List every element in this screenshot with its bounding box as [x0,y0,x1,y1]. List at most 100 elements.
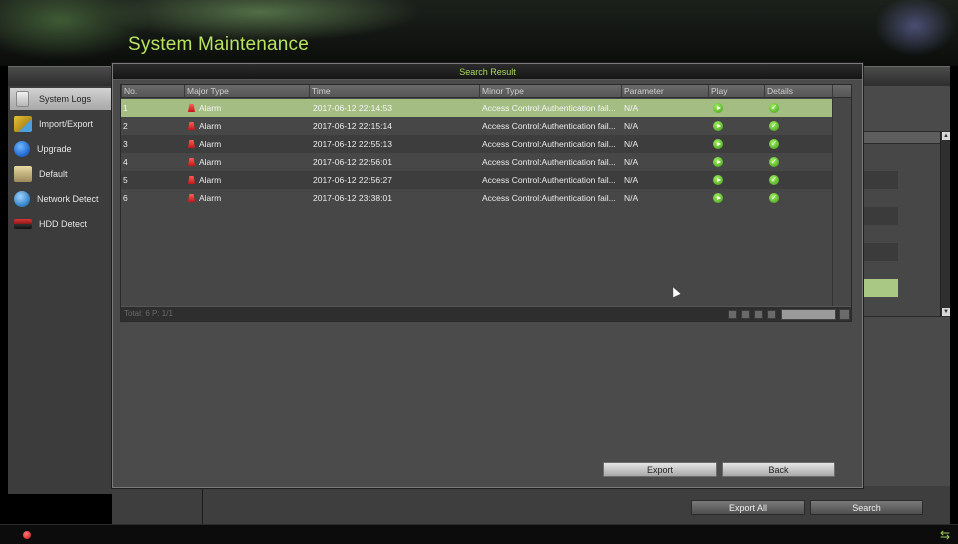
column-header-spacer [832,85,851,98]
switch-icon[interactable]: ⇆ [940,528,956,542]
cell-minor-type: Access Control:Authentication fail... [482,103,616,113]
play-icon[interactable] [713,103,723,113]
network-detect-icon [14,191,30,207]
page-number-input[interactable] [781,309,836,320]
divider [202,486,203,524]
cell-time: 2017-06-12 23:38:01 [313,193,392,203]
column-header[interactable]: Play [708,85,764,98]
import-export-icon [14,116,32,132]
back-button[interactable]: Back [722,462,835,477]
play-icon[interactable] [713,193,723,203]
upgrade-icon [14,141,30,157]
details-icon[interactable]: ✓ [769,139,779,149]
cell-parameter: N/A [624,139,639,149]
cell-parameter: N/A [624,103,639,113]
cell-time: 2017-06-12 22:55:13 [313,139,392,149]
go-page-button[interactable] [839,309,850,320]
cell-no: 1 [123,103,128,113]
cell-minor-type: Access Control:Authentication fail... [482,139,616,149]
cell-major-type: Alarm [188,135,221,153]
background-row [862,171,898,189]
hdd-icon [14,219,32,229]
column-header[interactable]: Major Type [184,85,309,98]
status-bar: ⇆ [0,524,958,544]
cell-major-type: Alarm [188,153,221,171]
cell-major-type: Alarm [188,189,221,207]
details-icon[interactable]: ✓ [769,121,779,131]
alarm-icon [188,122,195,130]
table-row[interactable]: 6 Alarm 2017-06-12 23:38:01 Access Contr… [121,189,832,207]
cell-parameter: N/A [624,157,639,167]
sidebar-item-upgrade[interactable]: Upgrade [10,138,112,160]
header-banner: System Maintenance [0,0,958,66]
table-footer: Total: 6 P: 1/1 [121,306,851,321]
cell-parameter: N/A [624,175,639,185]
cell-minor-type: Access Control:Authentication fail... [482,193,616,203]
cell-time: 2017-06-12 22:56:27 [313,175,392,185]
scroll-down-icon[interactable]: ▼ [942,308,950,316]
sidebar-item-system-logs[interactable]: System Logs [10,88,112,110]
column-header[interactable]: Parameter [621,85,708,98]
first-page-icon[interactable] [728,310,737,319]
table-row[interactable]: 3 Alarm 2017-06-12 22:55:13 Access Contr… [121,135,832,153]
details-icon[interactable]: ✓ [769,103,779,113]
sidebar-item-hdd-detect[interactable]: HDD Detect [10,213,112,235]
alarm-icon [188,158,195,166]
dialog-title: Search Result [113,64,862,80]
details-icon[interactable]: ✓ [769,157,779,167]
background-scrollbar[interactable]: ▲ ▼ [940,131,950,317]
scroll-up-icon[interactable]: ▲ [942,132,950,140]
column-header[interactable]: Details [764,85,832,98]
cell-no: 6 [123,193,128,203]
total-count: Total: 6 P: 1/1 [124,309,173,318]
export-button[interactable]: Export [603,462,717,477]
cell-parameter: N/A [624,121,639,131]
table-scrollbar[interactable] [832,98,851,306]
background-row [862,243,898,261]
next-page-icon[interactable] [754,310,763,319]
sidebar-item-default[interactable]: Default [10,163,112,185]
background-selected-row [862,279,898,297]
cell-minor-type: Access Control:Authentication fail... [482,121,616,131]
result-table: No. Major Type Time Minor Type Parameter… [120,84,852,322]
sidebar-item-label: Default [39,169,68,179]
table-row[interactable]: 5 Alarm 2017-06-12 22:56:27 Access Contr… [121,171,832,189]
alarm-icon [188,194,195,202]
details-icon[interactable]: ✓ [769,193,779,203]
search-button[interactable]: Search [810,500,923,515]
last-page-icon[interactable] [767,310,776,319]
default-icon [14,166,32,182]
sidebar-item-label: HDD Detect [39,219,88,229]
table-row[interactable]: 1 Alarm 2017-06-12 22:14:53 Access Contr… [121,99,832,117]
play-icon[interactable] [713,121,723,131]
alarm-icon [188,104,195,112]
play-icon[interactable] [713,139,723,149]
record-indicator-icon [23,531,31,539]
column-header[interactable]: No. [121,85,184,98]
cell-time: 2017-06-12 22:14:53 [313,103,392,113]
play-icon[interactable] [713,157,723,167]
cell-no: 4 [123,157,128,167]
alarm-icon [188,140,195,148]
prev-page-icon[interactable] [741,310,750,319]
background-row [862,207,898,225]
sidebar-item-import-export[interactable]: Import/Export [10,113,112,135]
column-header[interactable]: Time [309,85,479,98]
cell-major-type: Alarm [188,99,221,117]
cell-minor-type: Access Control:Authentication fail... [482,175,616,185]
search-result-dialog: Search Result No. Major Type Time Minor … [112,63,863,488]
cell-no: 5 [123,175,128,185]
cell-no: 3 [123,139,128,149]
cell-time: 2017-06-12 22:15:14 [313,121,392,131]
details-icon[interactable]: ✓ [769,175,779,185]
export-all-button[interactable]: Export All [691,500,805,515]
cell-minor-type: Access Control:Authentication fail... [482,157,616,167]
table-row[interactable]: 2 Alarm 2017-06-12 22:15:14 Access Contr… [121,117,832,135]
play-icon[interactable] [713,175,723,185]
cell-time: 2017-06-12 22:56:01 [313,157,392,167]
sidebar-item-label: Network Detect [37,194,99,204]
sidebar: System Logs Import/Export Upgrade Defaul… [8,86,112,494]
table-row[interactable]: 4 Alarm 2017-06-12 22:56:01 Access Contr… [121,153,832,171]
column-header[interactable]: Minor Type [479,85,621,98]
sidebar-item-network-detect[interactable]: Network Detect [10,188,112,210]
